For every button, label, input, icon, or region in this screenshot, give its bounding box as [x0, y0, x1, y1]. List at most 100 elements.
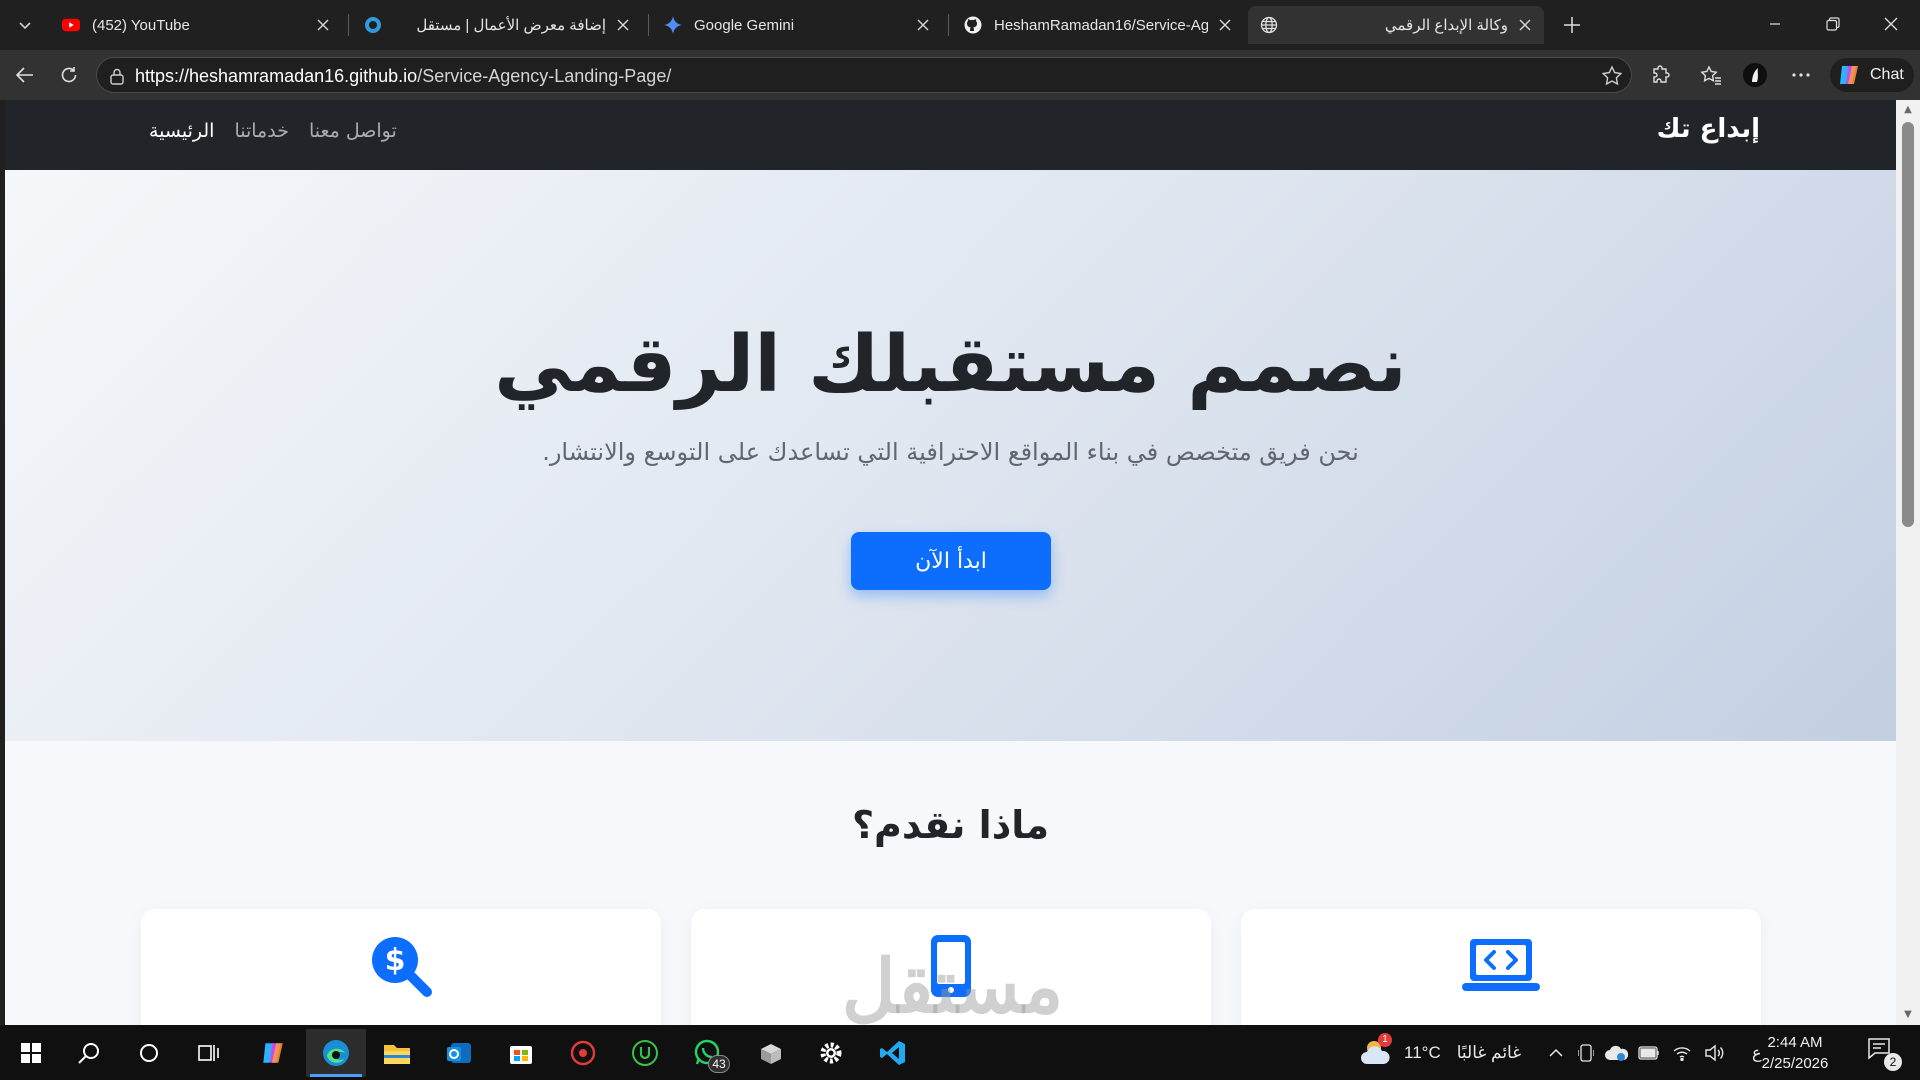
task-view-button[interactable]: [182, 1029, 236, 1077]
hero-subtitle: نحن فريق متخصص في بناء المواقع الاحترافي…: [542, 438, 1359, 466]
scroll-up-icon[interactable]: ▲: [1902, 104, 1914, 116]
windows-logo-icon: [21, 1043, 41, 1063]
tab-list-button[interactable]: [6, 7, 44, 43]
service-card-mobile-apps: [691, 909, 1211, 1025]
start-button[interactable]: [4, 1029, 58, 1077]
copilot-chat-button[interactable]: Chat: [1830, 58, 1914, 92]
new-tab-button[interactable]: [1556, 9, 1588, 41]
chevron-up-icon[interactable]: [1548, 1045, 1564, 1061]
globe-icon: [1260, 16, 1278, 34]
nav-link-contact[interactable]: تواصل معنا: [309, 120, 397, 142]
start-now-button[interactable]: ابدأ الآن: [851, 532, 1051, 590]
avatar-icon: [1743, 63, 1767, 87]
tab-separator: [648, 14, 649, 36]
page-viewport: إبداع تك الرئيسية خدماتنا تواصل معنا نصم…: [5, 100, 1896, 1025]
tab-title: Google Gemini: [694, 16, 795, 34]
taskbar-file-explorer[interactable]: [370, 1029, 424, 1077]
settings-more-button[interactable]: [1784, 58, 1818, 92]
close-icon[interactable]: [612, 14, 634, 36]
mostaql-icon: [364, 16, 382, 34]
app-gear-red-icon: [570, 1040, 596, 1066]
taskbar-search-button[interactable]: [62, 1029, 116, 1077]
nav-link-home[interactable]: الرئيسية: [149, 120, 214, 142]
volume-icon[interactable]: [1704, 1044, 1724, 1062]
task-view-icon: [198, 1045, 219, 1061]
edge-browser-icon: [323, 1040, 349, 1066]
close-icon[interactable]: [312, 14, 334, 36]
reload-button[interactable]: [52, 58, 86, 92]
chevron-down-icon: [19, 22, 31, 30]
onedrive-cloud-icon[interactable]: [1604, 1044, 1628, 1062]
tab-gemini[interactable]: Google Gemini: [652, 6, 942, 44]
favorite-star-icon[interactable]: [1601, 65, 1623, 87]
taskbar-whatsapp[interactable]: 43: [680, 1029, 734, 1077]
url-host: https://heshamramadan16.github.io: [135, 66, 418, 86]
nav-link-services[interactable]: خدماتنا: [234, 120, 289, 142]
taskbar-microsoft-store[interactable]: [494, 1029, 548, 1077]
taskbar-upwork[interactable]: [618, 1029, 672, 1077]
favorites-button[interactable]: [1694, 58, 1728, 92]
favorites-icon: [1700, 65, 1721, 85]
close-icon[interactable]: [1514, 14, 1536, 36]
minimize-icon: [1770, 23, 1780, 25]
plus-icon: [1564, 17, 1580, 33]
system-tray: ع: [1548, 1025, 1762, 1080]
copilot-icon: [263, 1043, 283, 1063]
close-icon: [1884, 17, 1898, 31]
profile-button[interactable]: [1738, 58, 1772, 92]
page-scrollbar[interactable]: ▲ ▼: [1896, 100, 1920, 1025]
tab-title: (452) YouTube: [92, 16, 190, 34]
store-icon: [510, 1046, 532, 1064]
device-icon[interactable]: [1578, 1043, 1594, 1062]
hero-section: نصمم مستقبلك الرقمي نحن فريق متخصص في بن…: [5, 170, 1896, 741]
notification-count: 2: [1884, 1053, 1902, 1071]
tab-mostaql[interactable]: إضافة معرض الأعمال | مستقل: [352, 6, 642, 44]
taskbar-copilot[interactable]: [246, 1029, 300, 1077]
restore-button[interactable]: [1804, 0, 1862, 48]
minimize-button[interactable]: [1746, 0, 1804, 48]
cortana-button[interactable]: [122, 1029, 176, 1077]
taskbar-app-red[interactable]: [556, 1029, 610, 1077]
scroll-down-icon[interactable]: ▼: [1902, 1009, 1914, 1021]
tab-title: إضافة معرض الأعمال | مستقل: [416, 17, 606, 34]
tab-github[interactable]: HeshamRamadan16/Service-Agen: [952, 6, 1244, 44]
taskbar-edge[interactable]: [306, 1029, 366, 1077]
address-bar[interactable]: https://heshamramadan16.github.io/Servic…: [96, 57, 1632, 93]
cortana-icon: [140, 1044, 158, 1062]
weather-alert-badge: 1: [1378, 1033, 1392, 1047]
wifi-icon[interactable]: [1672, 1045, 1692, 1061]
taskbar-settings[interactable]: [804, 1029, 858, 1077]
weather-temperature: 11°C: [1404, 1042, 1441, 1062]
tab-title: HeshamRamadan16/Service-Agen: [994, 16, 1208, 34]
tab-separator: [348, 14, 349, 36]
site-navbar: إبداع تك الرئيسية خدماتنا تواصل معنا: [5, 100, 1896, 170]
close-icon[interactable]: [912, 14, 934, 36]
site-nav-links: الرئيسية خدماتنا تواصل معنا: [149, 120, 397, 142]
browser-toolbar: https://heshamramadan16.github.io/Servic…: [0, 50, 1920, 100]
taskbar-virtual-machine[interactable]: [744, 1029, 798, 1077]
extensions-button[interactable]: [1644, 58, 1678, 92]
url-text: https://heshamramadan16.github.io/Servic…: [135, 66, 671, 87]
windows-taskbar: 43 1 11°C غائم غالبًا ع 2:44 AM 2/25/202…: [0, 1025, 1920, 1080]
tab-youtube[interactable]: (452) YouTube: [50, 6, 342, 44]
site-info-icon[interactable]: [107, 66, 127, 86]
battery-icon[interactable]: [1638, 1045, 1660, 1060]
whatsapp-unread-badge: 43: [708, 1055, 730, 1073]
tab-current-site[interactable]: وكالة الإبداع الرقمي: [1248, 6, 1544, 44]
weather-widget[interactable]: 1 11°C غائم غالبًا: [1360, 1025, 1521, 1080]
scrollbar-thumb[interactable]: [1902, 122, 1914, 527]
search-dollar-icon: $: [361, 931, 441, 1001]
tab-separator: [948, 14, 949, 36]
svg-text:$: $: [385, 943, 406, 978]
site-brand-logo[interactable]: إبداع تك: [1657, 114, 1760, 144]
mail-icon: [447, 1043, 471, 1063]
taskbar-vscode[interactable]: [866, 1029, 920, 1077]
close-icon[interactable]: [1214, 14, 1236, 36]
taskbar-outlook[interactable]: [432, 1029, 486, 1077]
back-button[interactable]: [8, 58, 42, 92]
folder-icon: [384, 1045, 410, 1064]
mobile-phone-icon: [911, 931, 991, 1001]
notification-center-button[interactable]: 2: [1866, 1035, 1902, 1071]
close-window-button[interactable]: [1862, 0, 1920, 48]
taskbar-clock[interactable]: 2:44 AM 2/25/2026: [1740, 1032, 1850, 1074]
